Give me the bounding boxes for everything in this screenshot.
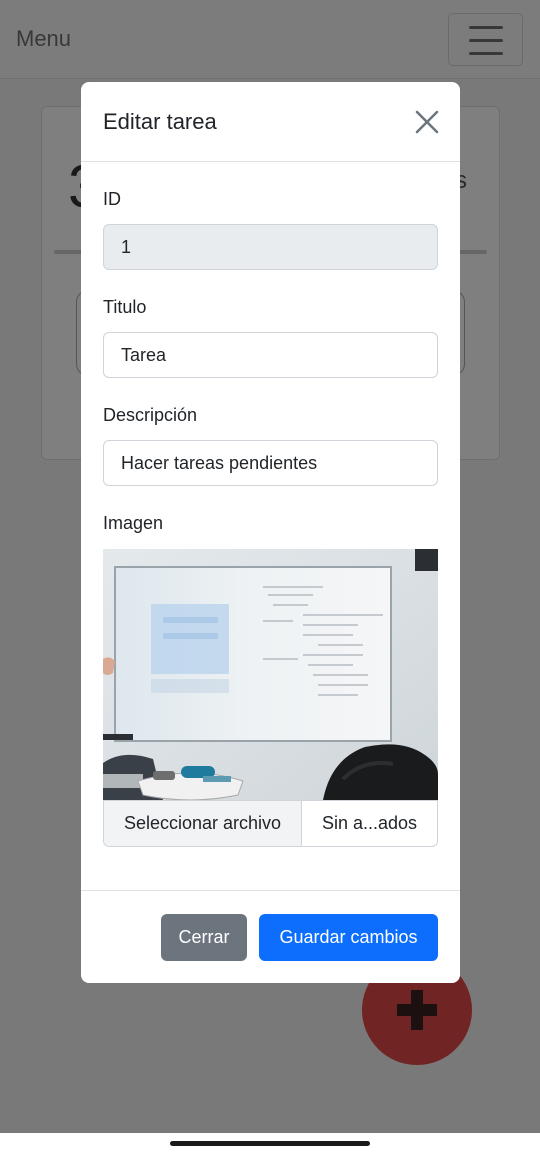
image-label: Imagen bbox=[103, 513, 164, 533]
save-changes-button[interactable]: Guardar cambios bbox=[259, 914, 438, 961]
file-input: Seleccionar archivo Sin a...ados bbox=[103, 800, 438, 847]
id-field[interactable] bbox=[103, 224, 438, 270]
title-field[interactable] bbox=[103, 332, 438, 378]
select-file-button[interactable]: Seleccionar archivo bbox=[104, 801, 302, 846]
modal-footer: Cerrar Guardar cambios bbox=[81, 890, 460, 983]
description-label: Descripción bbox=[103, 405, 198, 425]
modal-header: Editar tarea bbox=[81, 82, 460, 162]
file-status: Sin a...ados bbox=[321, 813, 418, 833]
modal-title: Editar tarea bbox=[103, 109, 217, 134]
home-indicator bbox=[170, 1141, 370, 1146]
description-field[interactable] bbox=[103, 440, 438, 486]
close-button[interactable]: Cerrar bbox=[161, 914, 247, 961]
close-modal-button[interactable] bbox=[409, 104, 445, 140]
whiteboard-photo-icon bbox=[103, 549, 438, 800]
id-label: ID bbox=[103, 189, 121, 209]
image-preview bbox=[103, 549, 438, 800]
edit-task-modal: Editar tarea ID Titulo Descripción Image… bbox=[81, 82, 460, 983]
title-label: Titulo bbox=[103, 297, 147, 317]
close-icon bbox=[415, 110, 439, 134]
